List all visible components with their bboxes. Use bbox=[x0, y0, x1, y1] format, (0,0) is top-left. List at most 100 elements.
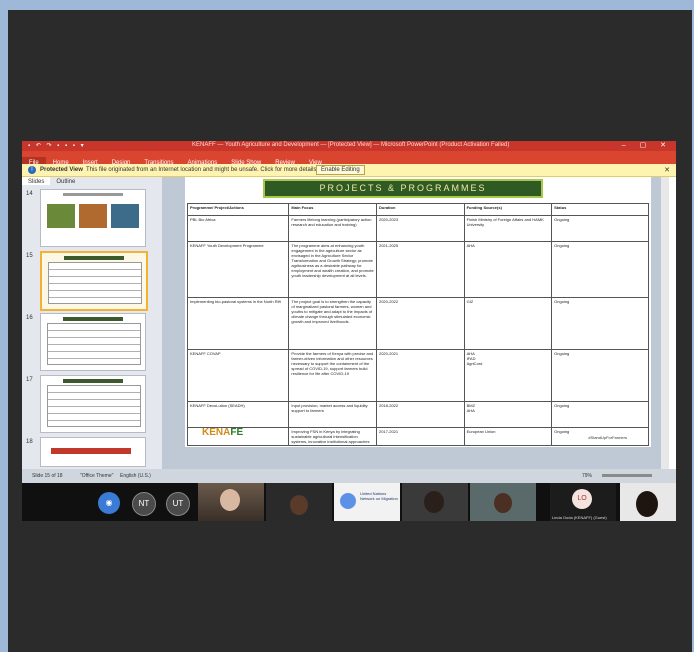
table-cell: 2017-2021 bbox=[375, 427, 465, 446]
tab-slides[interactable]: Slides bbox=[22, 177, 51, 185]
table-header-cell: Programme/ Project/Actions bbox=[186, 203, 290, 216]
participant-video-tile[interactable]: LO Linda Ouda (KENAFF) (Guest) bbox=[550, 483, 616, 521]
thumbnail-photo bbox=[79, 204, 107, 228]
kenaff-logo: KENAFE bbox=[202, 427, 243, 438]
slide-editing-area: PROJECTS & PROGRAMMES Programme/ Project… bbox=[163, 177, 669, 469]
thumbnail-heading bbox=[63, 317, 123, 321]
logo-text: KENA bbox=[202, 427, 231, 438]
thumbnail-logos bbox=[51, 448, 131, 454]
thumbnail-number: 15 bbox=[26, 253, 33, 259]
participant-video-tile[interactable] bbox=[470, 483, 536, 521]
table-cell: 2020-2023 bbox=[375, 215, 465, 242]
thumbnail-heading bbox=[64, 256, 124, 260]
table-cell: KENAFF COVAP bbox=[186, 349, 290, 402]
close-icon[interactable]: ✕ bbox=[664, 166, 670, 174]
table-cell: Ongoing bbox=[551, 297, 649, 350]
participant-face bbox=[290, 495, 308, 515]
projects-table: Programme/ Project/Actions Main Focus Du… bbox=[186, 203, 649, 446]
thumbnail-photo bbox=[111, 204, 139, 228]
table-row: KENAFF COVAP Provide the farmers of Keny… bbox=[186, 349, 649, 402]
slide-thumbnail-14[interactable] bbox=[40, 189, 146, 247]
table-cell: AHA bbox=[463, 241, 553, 298]
table-row: Implementing bio-pastoral systems in the… bbox=[186, 297, 649, 350]
table-header-row: Programme/ Project/Actions Main Focus Du… bbox=[186, 203, 649, 216]
table-cell: Ongoing bbox=[551, 349, 649, 402]
table-cell: Ongoing bbox=[551, 215, 649, 242]
un-logo-icon bbox=[340, 493, 356, 509]
table-cell: European Union bbox=[463, 427, 553, 446]
table-cell: Input provision, market access and liqui… bbox=[288, 401, 377, 428]
slide-title: PROJECTS & PROGRAMMES bbox=[263, 179, 543, 198]
theme-name: "Office Theme" bbox=[80, 473, 114, 479]
thumbnail-table bbox=[47, 323, 141, 365]
slide-thumbnail-18[interactable] bbox=[40, 437, 146, 467]
protected-view-message[interactable]: This file originated from an Internet lo… bbox=[86, 167, 318, 173]
un-label: United Nations Network on Migration bbox=[360, 491, 398, 501]
thumbnail-photo bbox=[47, 204, 75, 228]
shield-icon: ! bbox=[28, 166, 36, 174]
slide-thumbnail-16[interactable] bbox=[40, 313, 146, 371]
participant-face bbox=[424, 491, 444, 513]
participant-avatar[interactable]: NT bbox=[132, 492, 156, 516]
table-cell: The programme aims at enhancing youth en… bbox=[288, 241, 377, 298]
participant-face bbox=[220, 489, 240, 511]
title-bar: ▪ ↶ ↷ ▪ ▪ ▪ ▾ KENAFF — Youth Agriculture… bbox=[22, 141, 676, 151]
protected-view-bar: ! Protected View This file originated fr… bbox=[22, 164, 676, 177]
slide-counter: Slide 15 of 18 bbox=[32, 473, 63, 479]
table-row: KENAFF DevoLution (SEADH) Input provisio… bbox=[186, 401, 649, 428]
table-cell: Finish Ministry of Foreign Affairs and H… bbox=[463, 215, 553, 242]
table-cell: Ongoing bbox=[551, 241, 649, 298]
thumbnail-heading bbox=[63, 379, 123, 383]
table-row: PBL Bio Africa Farmers lifelong learning… bbox=[186, 215, 649, 242]
table-cell: 2021-2025 bbox=[375, 241, 465, 298]
thumbnail-heading bbox=[63, 193, 123, 196]
slide-thumbnail-17[interactable] bbox=[40, 375, 146, 433]
thumbnail-number: 18 bbox=[26, 439, 33, 445]
participant-face bbox=[494, 493, 512, 513]
table-header-cell: Duration bbox=[375, 203, 465, 216]
participant-video-tile[interactable] bbox=[620, 483, 676, 521]
table-cell: Improving FSN in Kenya by integrating su… bbox=[288, 427, 377, 446]
table-row: Improving FSN in Kenya by integrating su… bbox=[186, 427, 649, 446]
participant-face bbox=[636, 491, 658, 517]
table-cell: KENAFF DevoLution (SEADH) bbox=[186, 401, 290, 428]
table-cell: Farmers lifelong learning (participatory… bbox=[288, 215, 377, 242]
table-cell: PBL Bio Africa bbox=[186, 215, 290, 242]
table-header-cell: Funding Source(s) bbox=[463, 203, 553, 216]
participant-video-tile[interactable] bbox=[402, 483, 468, 521]
logo-text-accent: FE bbox=[230, 427, 244, 438]
shared-screen: ▪ ↶ ↷ ▪ ▪ ▪ ▾ KENAFF — Youth Agriculture… bbox=[22, 141, 676, 483]
thumbnail-number: 17 bbox=[26, 377, 33, 383]
zoom-level[interactable]: 79% bbox=[582, 473, 592, 479]
thumbnail-table bbox=[47, 385, 141, 427]
table-cell: 2018-2022 bbox=[375, 401, 465, 428]
tab-outline[interactable]: Outline bbox=[50, 177, 81, 185]
current-slide[interactable]: PROJECTS & PROGRAMMES Programme/ Project… bbox=[185, 177, 651, 447]
participant-avatar[interactable]: UT bbox=[166, 492, 190, 516]
thumbnail-table bbox=[48, 262, 142, 304]
table-cell: Ongoing bbox=[551, 401, 649, 428]
table-cell: 2020-2021 bbox=[375, 349, 465, 402]
table-cell: Provide the farmers of Kenya with precis… bbox=[288, 349, 377, 402]
enable-editing-button[interactable]: Enable Editing bbox=[316, 165, 365, 175]
participant-video-tile[interactable] bbox=[198, 483, 264, 521]
language-indicator[interactable]: English (U.S.) bbox=[120, 473, 151, 479]
table-header-cell: Status bbox=[551, 203, 649, 216]
slide-thumbnail-15[interactable] bbox=[40, 251, 148, 311]
table-cell: GIZ bbox=[463, 297, 553, 350]
table-cell: 2020-2022 bbox=[375, 297, 465, 350]
participant-avatar: LO bbox=[572, 489, 592, 509]
window-controls[interactable]: – ▢ ✕ bbox=[622, 141, 672, 149]
user-avatar-icon[interactable]: ◉ bbox=[98, 492, 120, 514]
thumbnail-number: 16 bbox=[26, 315, 33, 321]
protected-view-label: Protected View bbox=[40, 167, 83, 173]
vertical-scrollbar[interactable] bbox=[661, 177, 669, 469]
quick-access-toolbar[interactable]: ▪ ↶ ↷ ▪ ▪ ▪ ▾ bbox=[28, 142, 86, 149]
participant-video-tile[interactable]: United Nations Network on Migration bbox=[334, 483, 400, 521]
participant-video-tile[interactable] bbox=[266, 483, 332, 521]
ribbon-tabs: File Home Insert Design Transitions Animation… bbox=[22, 151, 676, 166]
zoom-slider[interactable] bbox=[602, 474, 652, 477]
table-cell: KENAFF Youth Development Programme bbox=[186, 241, 290, 298]
thumbnail-number: 14 bbox=[26, 191, 33, 197]
status-bar: Slide 15 of 18 "Office Theme" English (U… bbox=[22, 469, 676, 483]
